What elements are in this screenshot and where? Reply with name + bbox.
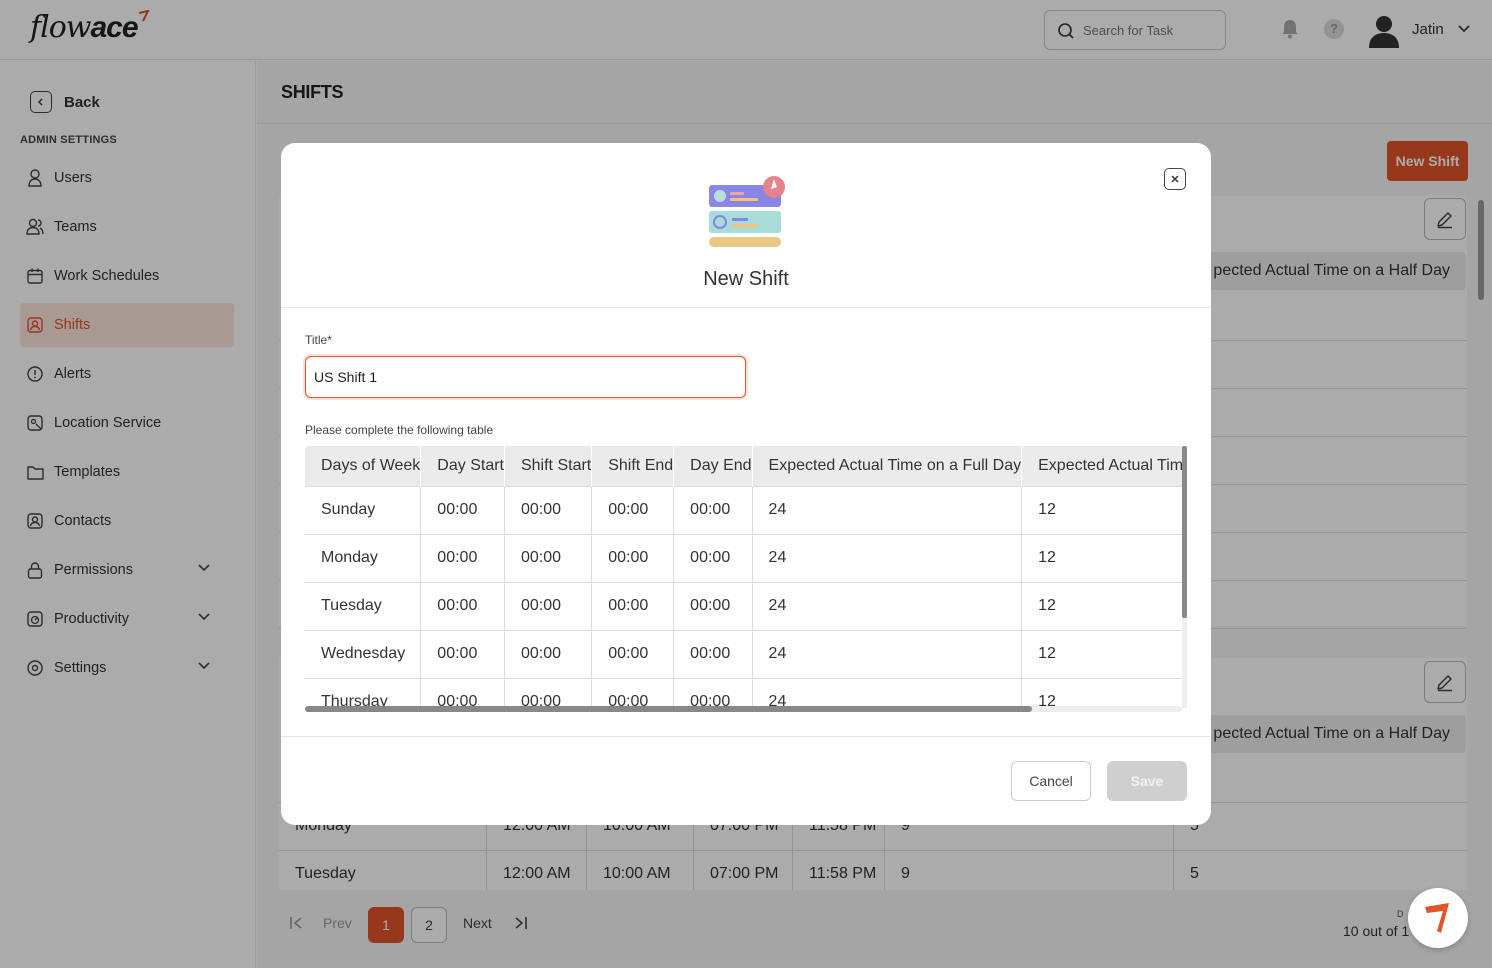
hours-cell[interactable]: 24 xyxy=(751,485,1022,534)
time-cell[interactable]: 00:00 xyxy=(420,485,505,534)
hours-cell[interactable]: 12 xyxy=(1021,485,1187,534)
table-row: Monday 00:00 00:00 00:00 00:00 24 12 xyxy=(305,533,1187,582)
time-cell[interactable]: 00:00 xyxy=(503,533,592,582)
time-cell[interactable]: 00:00 xyxy=(420,581,505,630)
time-cell[interactable]: 00:00 xyxy=(673,485,753,534)
close-button[interactable] xyxy=(1164,168,1186,190)
day-cell: Monday xyxy=(305,533,421,582)
cancel-button[interactable]: Cancel xyxy=(1011,761,1091,801)
time-cell[interactable]: 00:00 xyxy=(503,581,592,630)
time-cell[interactable]: 00:00 xyxy=(591,533,674,582)
table-hint: Please complete the following table xyxy=(305,423,494,437)
hours-cell[interactable]: 12 xyxy=(1021,581,1187,630)
column-header: Day End xyxy=(673,446,753,486)
time-cell[interactable]: 00:00 xyxy=(673,533,753,582)
time-cell[interactable]: 00:00 xyxy=(591,677,674,708)
hours-cell[interactable]: 12 xyxy=(1021,677,1187,708)
table-header-row: Days of Week Day Start Shift Start Shift… xyxy=(305,446,1187,486)
table-row: Thursday 00:00 00:00 00:00 00:00 24 12 xyxy=(305,677,1187,708)
hours-cell[interactable]: 24 xyxy=(751,629,1022,678)
time-cell[interactable]: 00:00 xyxy=(420,629,505,678)
time-cell[interactable]: 00:00 xyxy=(591,629,674,678)
column-header: Shift Start xyxy=(503,446,592,486)
column-header: Expected Actual Time on a Half Day xyxy=(1021,446,1187,486)
scrollbar-thumb[interactable] xyxy=(305,706,1032,712)
day-cell: Thursday xyxy=(305,677,421,708)
divider xyxy=(281,736,1211,737)
time-cell[interactable]: 00:00 xyxy=(591,581,674,630)
hours-cell[interactable]: 12 xyxy=(1021,629,1187,678)
title-field-label: Title* xyxy=(305,333,332,347)
column-header: Days of Week xyxy=(305,446,421,486)
time-cell[interactable]: 00:00 xyxy=(503,677,592,708)
hours-cell[interactable]: 24 xyxy=(751,533,1022,582)
time-cell[interactable]: 00:00 xyxy=(503,485,592,534)
scrollbar-thumb[interactable] xyxy=(1182,446,1187,618)
column-header: Shift End xyxy=(591,446,674,486)
title-input[interactable] xyxy=(305,356,746,398)
modal-title: New Shift xyxy=(703,268,789,290)
day-cell: Tuesday xyxy=(305,581,421,630)
hours-cell[interactable]: 12 xyxy=(1021,533,1187,582)
time-cell[interactable]: 00:00 xyxy=(673,629,753,678)
column-header: Expected Actual Time on a Full Day xyxy=(751,446,1022,486)
time-cell[interactable]: 00:00 xyxy=(420,677,505,708)
time-cell[interactable]: 00:00 xyxy=(503,629,592,678)
table-row: Sunday 00:00 00:00 00:00 00:00 24 12 xyxy=(305,485,1187,534)
new-shift-modal: New Shift Title* Please complete the fol… xyxy=(281,143,1211,825)
column-header: Day Start xyxy=(420,446,505,486)
day-cell: Wednesday xyxy=(305,629,421,678)
save-button[interactable]: Save xyxy=(1107,761,1187,801)
table-horizontal-scrollbar[interactable] xyxy=(305,706,1182,712)
table-row: Tuesday 00:00 00:00 00:00 00:00 24 12 xyxy=(305,581,1187,630)
time-cell[interactable]: 00:00 xyxy=(420,533,505,582)
time-cell[interactable]: 00:00 xyxy=(673,581,753,630)
time-cell[interactable]: 00:00 xyxy=(673,677,753,708)
time-cell[interactable]: 00:00 xyxy=(591,485,674,534)
hours-cell[interactable]: 24 xyxy=(751,581,1022,630)
table-vertical-scrollbar[interactable] xyxy=(1182,446,1187,708)
shift-table-scroll[interactable]: Days of Week Day Start Shift Start Shift… xyxy=(305,446,1187,708)
hours-cell[interactable]: 24 xyxy=(751,677,1022,708)
shift-illustration-icon xyxy=(709,176,785,247)
day-cell: Sunday xyxy=(305,485,421,534)
chat-launcher-button[interactable] xyxy=(1408,888,1468,948)
divider xyxy=(281,307,1211,308)
flowace-mark-icon xyxy=(1425,903,1449,933)
table-row: Wednesday 00:00 00:00 00:00 00:00 24 12 xyxy=(305,629,1187,678)
shift-table: Days of Week Day Start Shift Start Shift… xyxy=(305,446,1187,708)
close-icon xyxy=(1171,175,1179,183)
